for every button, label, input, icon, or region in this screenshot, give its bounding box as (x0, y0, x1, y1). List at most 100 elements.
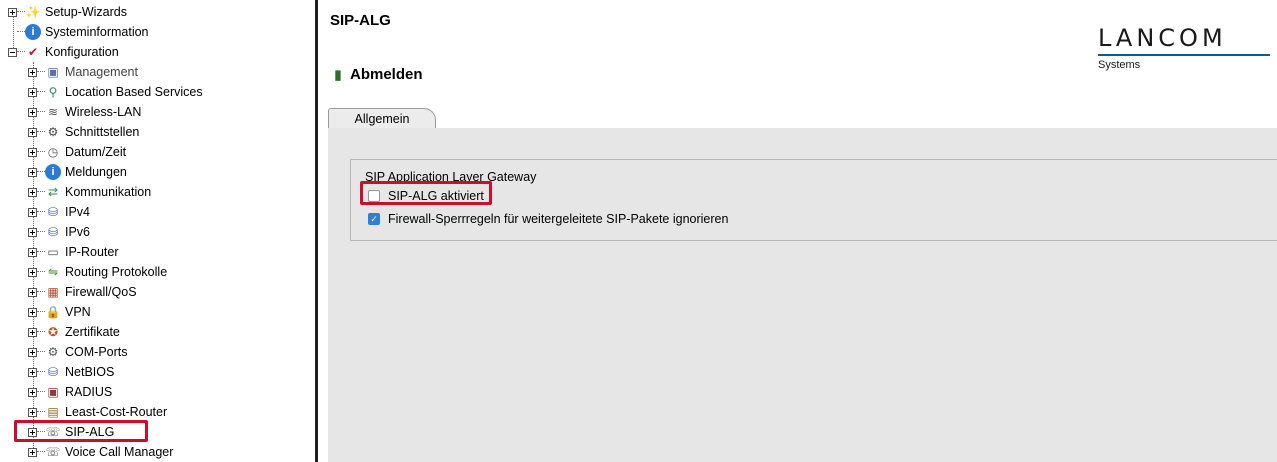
tab-allgemein[interactable]: Allgemein (328, 108, 436, 129)
expand-icon[interactable] (28, 407, 37, 417)
expand-icon[interactable] (28, 127, 37, 137)
tree-item-wireless-lan[interactable]: ≋ Wireless-LAN (28, 102, 141, 122)
checkbox-label: SIP-ALG aktiviert (388, 189, 484, 203)
tree-item-label: NetBIOS (65, 365, 115, 379)
tree-item-com-ports[interactable]: ⚙ COM-Ports (28, 342, 128, 362)
tree-item-label: Schnittstellen (65, 125, 140, 139)
expand-icon[interactable] (28, 87, 37, 97)
tree-item-ipv4[interactable]: ⛁ IPv4 (28, 202, 90, 222)
expand-icon[interactable] (28, 187, 37, 197)
group-title: SIP Application Layer Gateway (365, 170, 537, 184)
expand-icon[interactable] (28, 447, 37, 457)
expand-icon[interactable] (28, 427, 37, 437)
expand-icon[interactable] (28, 107, 37, 117)
tree-item-konfiguration[interactable]: ✔ Konfiguration (8, 42, 119, 62)
expand-icon[interactable] (28, 67, 37, 77)
sip-alg-enabled-checkbox[interactable] (368, 190, 380, 202)
radius-icon: ▣ (47, 385, 59, 399)
sip-alg-enabled-checkbox-row[interactable]: SIP-ALG aktiviert (368, 189, 484, 203)
tree-item-label: COM-Ports (65, 345, 128, 359)
tree-item-ip-router[interactable]: ▭ IP-Router (28, 242, 119, 262)
tree-item-schnittstellen[interactable]: ⚙ Schnittstellen (28, 122, 139, 142)
tree-item-label: Wireless-LAN (65, 105, 142, 119)
expand-icon[interactable] (28, 267, 37, 277)
logo-subtitle: Systems (1098, 59, 1141, 71)
expand-icon[interactable] (28, 227, 37, 237)
expand-icon[interactable] (28, 307, 37, 317)
expand-icon[interactable] (28, 347, 37, 357)
tree-item-voice-call-manager[interactable]: ☏ Voice Call Manager (28, 442, 173, 462)
tab-bar: Allgemein (328, 108, 1277, 129)
least-cost-router-icon: ▤ (47, 405, 59, 419)
tree-item-label: Meldungen (65, 165, 127, 179)
tree-item-label: VPN (65, 305, 91, 319)
certificate-icon: ✪ (47, 325, 59, 339)
tree-item-firewall-qos[interactable]: ▦ Firewall/QoS (28, 282, 137, 302)
tree-item-label: Firewall/QoS (65, 285, 137, 299)
tree-item-label: Routing Protokolle (65, 265, 168, 279)
tree-item-ipv6[interactable]: ⛁ IPv6 (28, 222, 90, 242)
interfaces-icon: ⚙ (47, 125, 59, 139)
location-pin-icon: ⚲ (48, 85, 58, 99)
expand-icon[interactable] (28, 147, 37, 157)
logout-link[interactable]: ▮ Abmelden (330, 66, 422, 83)
phone-icon: ☏ (45, 425, 61, 439)
routing-icon: ⇋ (47, 265, 59, 279)
tree-item-sip-alg[interactable]: ☏ SIP-ALG (28, 422, 114, 442)
tree-item-label: Setup-Wizards (45, 5, 127, 19)
expand-icon[interactable] (28, 247, 37, 257)
tree-item-label: Systeminformation (45, 25, 149, 39)
info-icon: i (45, 164, 61, 180)
tab-label: Allgemein (354, 112, 410, 126)
tree-item-datum-zeit[interactable]: ◷ Datum/Zeit (28, 142, 126, 162)
navigation-tree: ✨ Setup-Wizards i Systeminformation ✔ Ko… (0, 0, 315, 462)
clock-icon: ◷ (47, 145, 59, 159)
expand-icon[interactable] (28, 367, 37, 377)
logout-icon: ▮ (334, 66, 342, 82)
expand-icon[interactable] (28, 287, 37, 297)
settings-panel: SIP Application Layer Gateway SIP-ALG ak… (328, 128, 1277, 462)
tree-item-label: Konfiguration (45, 45, 119, 59)
expand-icon[interactable] (28, 167, 37, 177)
tree-item-label: Management (65, 65, 138, 79)
tree-item-label: Kommunikation (65, 185, 152, 199)
com-port-icon: ⚙ (47, 345, 59, 359)
lock-icon: 🔒 (45, 305, 61, 319)
lancom-logo: LANCOM Systems (1098, 24, 1270, 71)
firewall-icon: ▦ (47, 285, 59, 299)
tree-item-radius[interactable]: ▣ RADIUS (28, 382, 112, 402)
tree-item-label: Least-Cost-Router (65, 405, 168, 419)
tree-item-label: RADIUS (65, 385, 113, 399)
collapse-icon[interactable] (8, 47, 17, 57)
phone-icon: ☏ (45, 445, 61, 459)
firewall-ignore-checkbox[interactable]: ✓ (368, 213, 380, 225)
tree-item-location-based-services[interactable]: ⚲ Location Based Services (28, 82, 203, 102)
logo-text: LANCOM (1098, 24, 1227, 52)
tree-item-label: Datum/Zeit (65, 145, 127, 159)
tree-item-least-cost-router[interactable]: ▤ Least-Cost-Router (28, 402, 167, 422)
tree-item-label: IP-Router (65, 245, 119, 259)
tree-item-kommunikation[interactable]: ⇄ Kommunikation (28, 182, 151, 202)
expand-icon[interactable] (28, 327, 37, 337)
tree-item-netbios[interactable]: ⛁ NetBIOS (28, 362, 114, 382)
magic-wand-icon: ✨ (25, 5, 41, 19)
sip-alg-group: SIP Application Layer Gateway SIP-ALG ak… (350, 159, 1277, 241)
expand-icon[interactable] (28, 207, 37, 217)
tree-item-label: Zertifikate (65, 325, 120, 339)
firewall-ignore-checkbox-row[interactable]: ✓ Firewall-Sperrregeln für weitergeleite… (368, 212, 728, 226)
tree-item-meldungen[interactable]: i Meldungen (28, 162, 127, 182)
network-icon: ⛁ (47, 225, 59, 239)
tree-item-management[interactable]: ▣ Management (28, 62, 138, 82)
tree-item-systeminformation[interactable]: i Systeminformation (8, 22, 149, 42)
expand-icon[interactable] (28, 387, 37, 397)
router-icon: ▭ (47, 245, 59, 259)
tree-item-label: SIP-ALG (65, 425, 115, 439)
expand-icon[interactable] (8, 7, 17, 17)
tree-item-vpn[interactable]: 🔒 VPN (28, 302, 91, 322)
tree-item-routing-protokolle[interactable]: ⇋ Routing Protokolle (28, 262, 167, 282)
info-icon: i (25, 24, 41, 40)
management-icon: ▣ (47, 65, 59, 79)
tree-item-zertifikate[interactable]: ✪ Zertifikate (28, 322, 120, 342)
tree-item-setup-wizards[interactable]: ✨ Setup-Wizards (8, 2, 127, 22)
network-icon: ⛁ (47, 205, 59, 219)
